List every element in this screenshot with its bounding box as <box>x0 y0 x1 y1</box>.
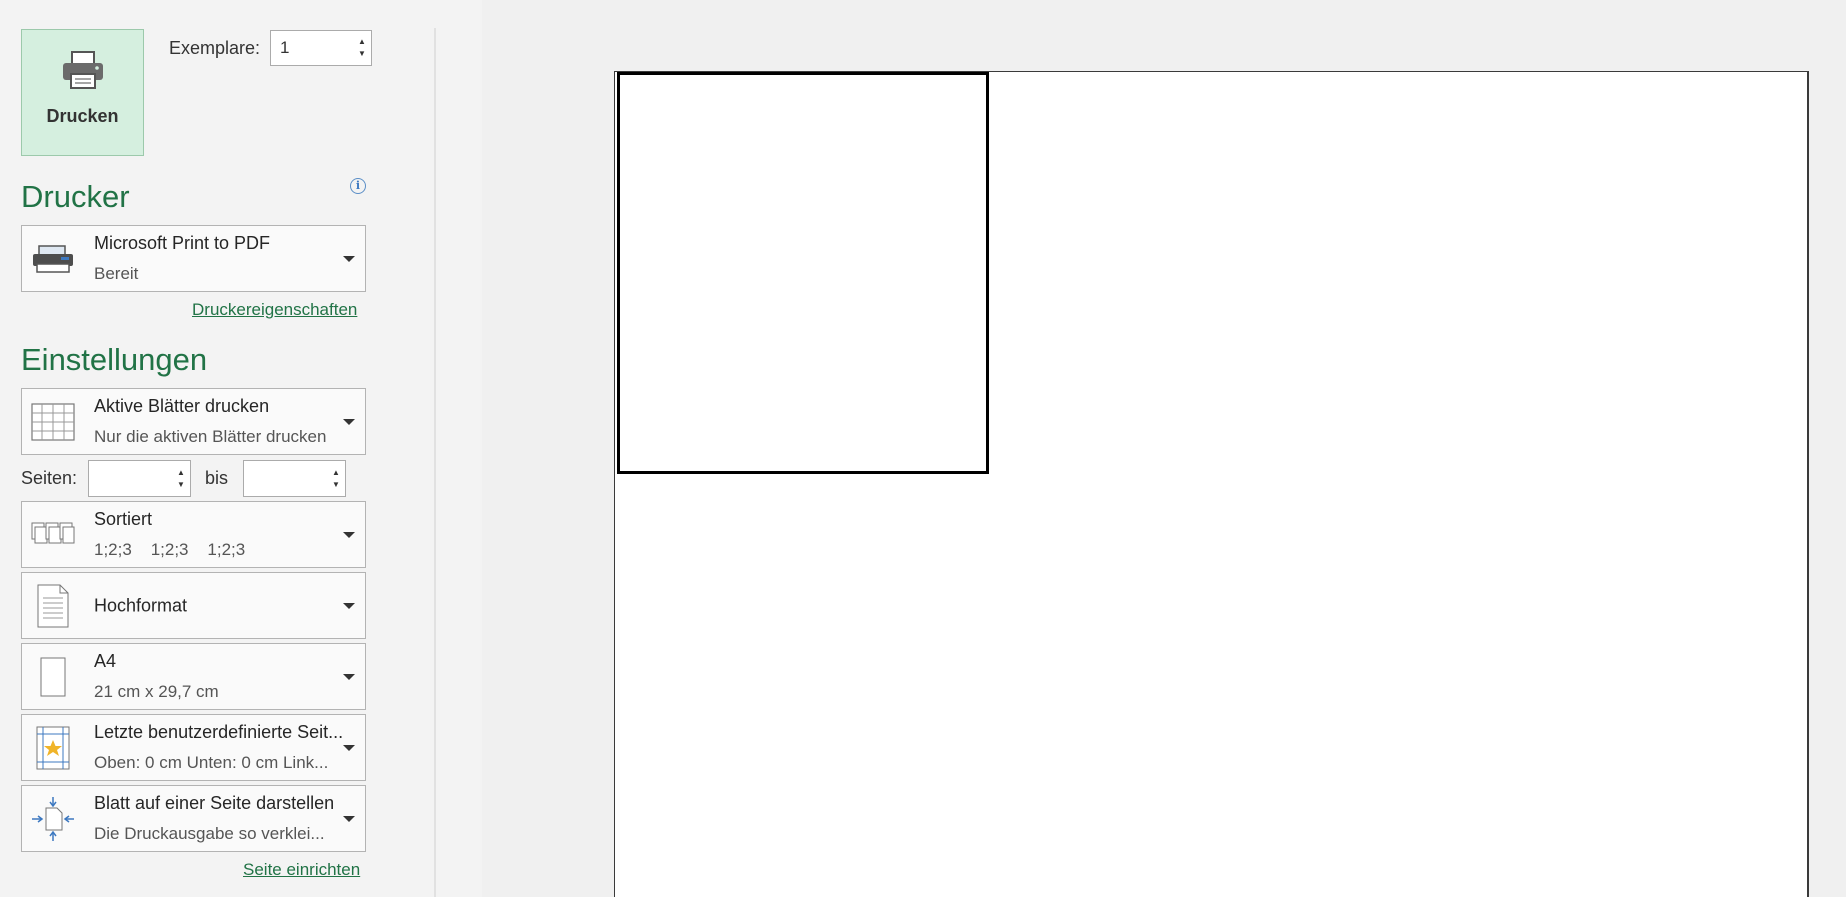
pages-from-spin-arrows[interactable]: ▲ ▼ <box>172 461 190 496</box>
printer-properties-link[interactable]: Druckereigenschaften <box>192 300 357 320</box>
printer-dropdown[interactable]: Microsoft Print to PDF Bereit <box>21 225 366 292</box>
chevron-down-icon <box>343 602 355 609</box>
chevron-down-icon <box>343 673 355 680</box>
printer-name: Microsoft Print to PDF <box>94 233 271 253</box>
scaling-description: Die Druckausgabe so verklei... <box>94 824 325 843</box>
pages-from-spinner[interactable]: ▲ ▼ <box>88 460 191 497</box>
margins-label: Letzte benutzerdefinierte Seit... <box>94 722 344 742</box>
chevron-down-icon <box>343 255 355 262</box>
preview-cell-border-box <box>617 72 989 474</box>
print-button[interactable]: Drucken <box>21 29 144 156</box>
copies-spinner[interactable]: 1 ▲ ▼ <box>270 30 372 66</box>
orientation-dropdown[interactable]: Hochformat <box>21 572 366 639</box>
settings-section-title: Einstellungen <box>21 342 208 377</box>
collation-label: Sortiert <box>94 509 153 529</box>
print-what-description: Nur die aktiven Blätter drucken <box>94 427 327 446</box>
margins-dropdown[interactable]: Letzte benutzerdefinierte Seit... Oben: … <box>21 714 366 781</box>
sheet-grid-icon <box>30 399 76 445</box>
paper-size-label: A4 <box>94 651 117 671</box>
margins-description: Oben: 0 cm Unten: 0 cm Link... <box>94 753 329 772</box>
print-what-dropdown[interactable]: Aktive Blätter drucken Nur die aktiven B… <box>21 388 366 455</box>
printer-device-icon <box>30 236 76 282</box>
chevron-down-icon <box>343 744 355 751</box>
info-icon[interactable]: i <box>350 178 366 194</box>
fit-to-page-icon <box>30 796 76 842</box>
print-button-label: Drucken <box>46 106 119 126</box>
chevron-down-icon <box>343 531 355 538</box>
scaling-dropdown[interactable]: Blatt auf einer Seite darstellen Die Dru… <box>21 785 366 852</box>
paper-size-icon <box>30 654 76 700</box>
collation-dropdown[interactable]: Sortiert 1;2;3 1;2;3 1;2;3 <box>21 501 366 568</box>
paper-size-dropdown[interactable]: A4 21 cm x 29,7 cm <box>21 643 366 710</box>
print-settings-pane: Drucken Exemplare: 1 ▲ ▼ Drucker i Micros… <box>0 0 436 897</box>
printer-icon <box>62 51 103 89</box>
pages-to-label: bis <box>205 468 229 488</box>
collation-description: 1;2;3 1;2;3 1;2;3 <box>94 540 246 559</box>
chevron-down-icon <box>343 418 355 425</box>
collated-pages-icon <box>30 512 76 558</box>
printer-status: Bereit <box>94 264 139 283</box>
paper-size-dimensions: 21 cm x 29,7 cm <box>94 682 219 701</box>
custom-margins-icon <box>30 725 76 771</box>
page-setup-link[interactable]: Seite einrichten <box>243 860 360 880</box>
printer-section-title: Drucker <box>21 179 130 214</box>
copies-label: Exemplare: <box>169 38 261 58</box>
orientation-label: Hochformat <box>94 595 188 615</box>
portrait-page-icon <box>30 583 76 629</box>
pages-to-spin-arrows[interactable]: ▲ ▼ <box>327 461 345 496</box>
print-what-label: Aktive Blätter drucken <box>94 396 270 416</box>
copies-spin-arrows[interactable]: ▲ ▼ <box>353 31 371 65</box>
pages-label: Seiten: <box>21 468 78 488</box>
chevron-down-icon <box>343 815 355 822</box>
pane-divider <box>434 28 436 897</box>
scaling-label: Blatt auf einer Seite darstellen <box>94 793 335 813</box>
pages-to-spinner[interactable]: ▲ ▼ <box>243 460 346 497</box>
copies-value[interactable]: 1 <box>271 38 353 58</box>
